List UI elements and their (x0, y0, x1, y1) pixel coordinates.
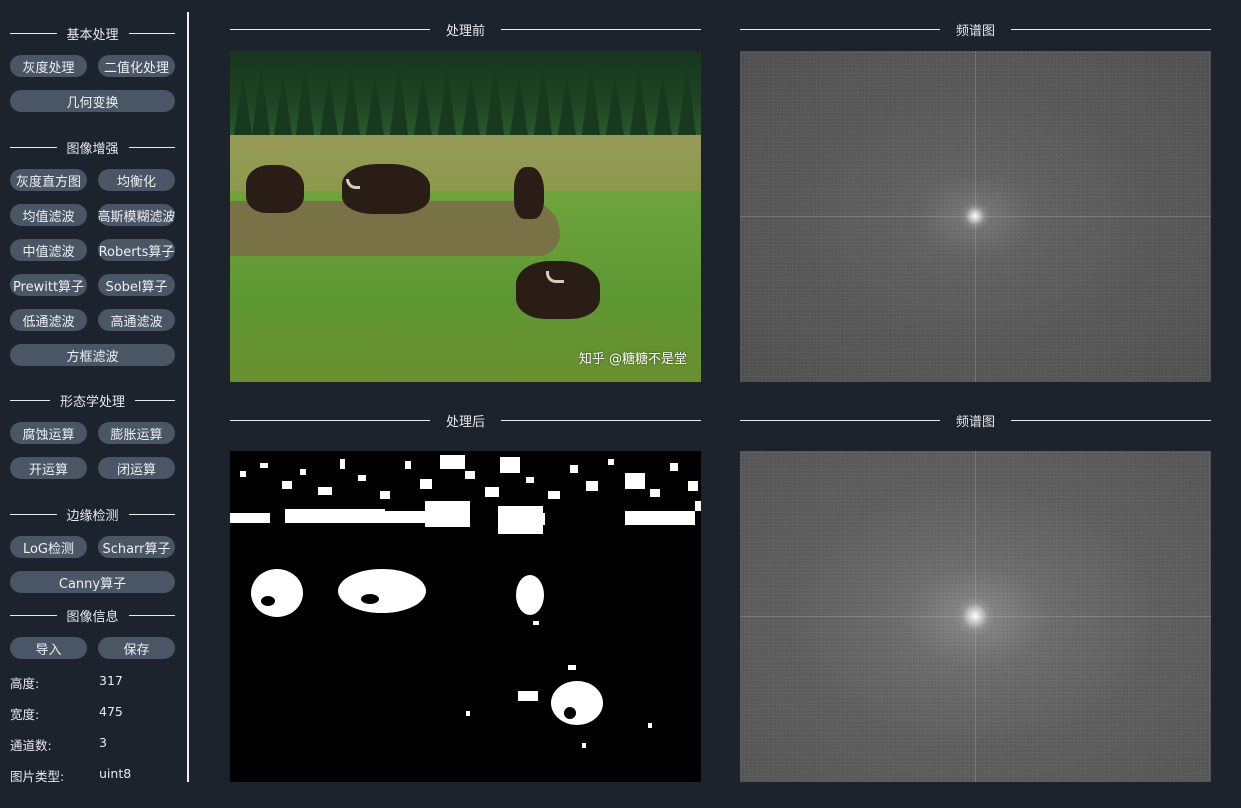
divider (230, 419, 430, 421)
divider (740, 419, 940, 421)
section-morphology: 形态学处理 (10, 392, 176, 410)
divider (1011, 28, 1212, 30)
section-image-info: 图像信息 (10, 607, 176, 625)
sidebar-divider (187, 12, 189, 782)
box-filter-button[interactable]: 方框滤波 (10, 344, 175, 366)
geometry-transform-button[interactable]: 几何变换 (10, 90, 175, 112)
channels-value: 3 (99, 735, 107, 750)
divider (10, 399, 50, 401)
mean-filter-button[interactable]: 均值滤波 (10, 204, 87, 226)
after-title-label: 处理后 (446, 414, 486, 430)
sobel-button[interactable]: Sobel算子 (98, 274, 175, 296)
muskox (514, 167, 544, 219)
gaussian-blur-button[interactable]: 高斯模糊滤波 (98, 204, 175, 226)
divider (1011, 419, 1212, 421)
open-operation-button[interactable]: 开运算 (10, 457, 87, 479)
divider (10, 614, 57, 616)
height-value: 317 (99, 673, 123, 688)
section-edge-detection: 边缘检测 (10, 506, 176, 524)
section-enhance-label: 图像增强 (66, 141, 119, 157)
divider (128, 614, 176, 616)
lowpass-filter-button[interactable]: 低通滤波 (10, 309, 87, 331)
save-button[interactable]: 保存 (98, 637, 175, 659)
before-title-label: 处理前 (446, 23, 486, 39)
gray-histogram-button[interactable]: 灰度直方图 (10, 169, 87, 191)
divider (10, 32, 57, 34)
divider (10, 146, 57, 148)
spectrum-after-image (740, 451, 1211, 782)
original-image: 知乎 @糖糖不是堂 (230, 51, 701, 382)
spectrum-after-panel-title: 频谱图 (740, 412, 1212, 430)
divider (128, 146, 176, 148)
before-panel-title: 处理前 (230, 21, 702, 39)
grayscale-button[interactable]: 灰度处理 (10, 55, 87, 77)
binarize-button[interactable]: 二值化处理 (98, 55, 175, 77)
equalize-button[interactable]: 均衡化 (98, 169, 175, 191)
scharr-button[interactable]: Scharr算子 (98, 536, 175, 558)
median-filter-button[interactable]: 中值滤波 (10, 239, 87, 261)
spectrum-dc-peak (955, 596, 995, 636)
spectrum-before-image (740, 51, 1211, 382)
after-panel-title: 处理后 (230, 412, 702, 430)
width-label: 宽度: (10, 707, 40, 722)
section-image-enhancement: 图像增强 (10, 139, 176, 157)
prewitt-button[interactable]: Prewitt算子 (10, 274, 87, 296)
binary-mask (230, 455, 701, 748)
divider (10, 513, 57, 515)
divider (501, 419, 702, 421)
spectrum-dc-peak (960, 201, 990, 231)
muskox (246, 165, 304, 213)
channels-label: 通道数: (10, 738, 52, 753)
dilate-button[interactable]: 膨胀运算 (98, 422, 175, 444)
divider (128, 513, 176, 515)
watermark: 知乎 @糖糖不是堂 (578, 352, 687, 367)
divider (135, 399, 176, 401)
divider (230, 28, 430, 30)
divider (128, 32, 176, 34)
image-type-label: 图片类型: (10, 769, 65, 784)
highpass-filter-button[interactable]: 高通滤波 (98, 309, 175, 331)
roberts-button[interactable]: Roberts算子 (98, 239, 175, 261)
spectrum-before-panel-title: 频谱图 (740, 21, 1212, 39)
height-label: 高度: (10, 676, 40, 691)
erode-button[interactable]: 腐蚀运算 (10, 422, 87, 444)
close-operation-button[interactable]: 闭运算 (98, 457, 175, 479)
section-basic-label: 基本处理 (66, 27, 119, 43)
section-basic-processing: 基本处理 (10, 25, 176, 43)
divider (501, 28, 702, 30)
muskox (516, 261, 600, 319)
app-window: 基本处理 灰度处理 二值化处理 几何变换 图像增强 灰度直方图 均衡化 均值滤波… (0, 0, 1241, 808)
section-info-label: 图像信息 (66, 609, 119, 625)
import-button[interactable]: 导入 (10, 637, 87, 659)
spectrum-after-title-label: 频谱图 (956, 414, 996, 430)
image-type-value: uint8 (99, 766, 132, 781)
processed-image (230, 451, 701, 782)
section-morph-label: 形态学处理 (60, 394, 126, 410)
section-edge-label: 边缘检测 (66, 508, 119, 524)
muskox (342, 164, 430, 214)
width-value: 475 (99, 704, 123, 719)
sidebar: 基本处理 灰度处理 二值化处理 几何变换 图像增强 灰度直方图 均衡化 均值滤波… (0, 0, 188, 808)
canny-button[interactable]: Canny算子 (10, 571, 175, 593)
spectrum-before-title-label: 频谱图 (956, 23, 996, 39)
log-detection-button[interactable]: LoG检测 (10, 536, 87, 558)
forest-background (230, 51, 701, 135)
divider (740, 28, 940, 30)
